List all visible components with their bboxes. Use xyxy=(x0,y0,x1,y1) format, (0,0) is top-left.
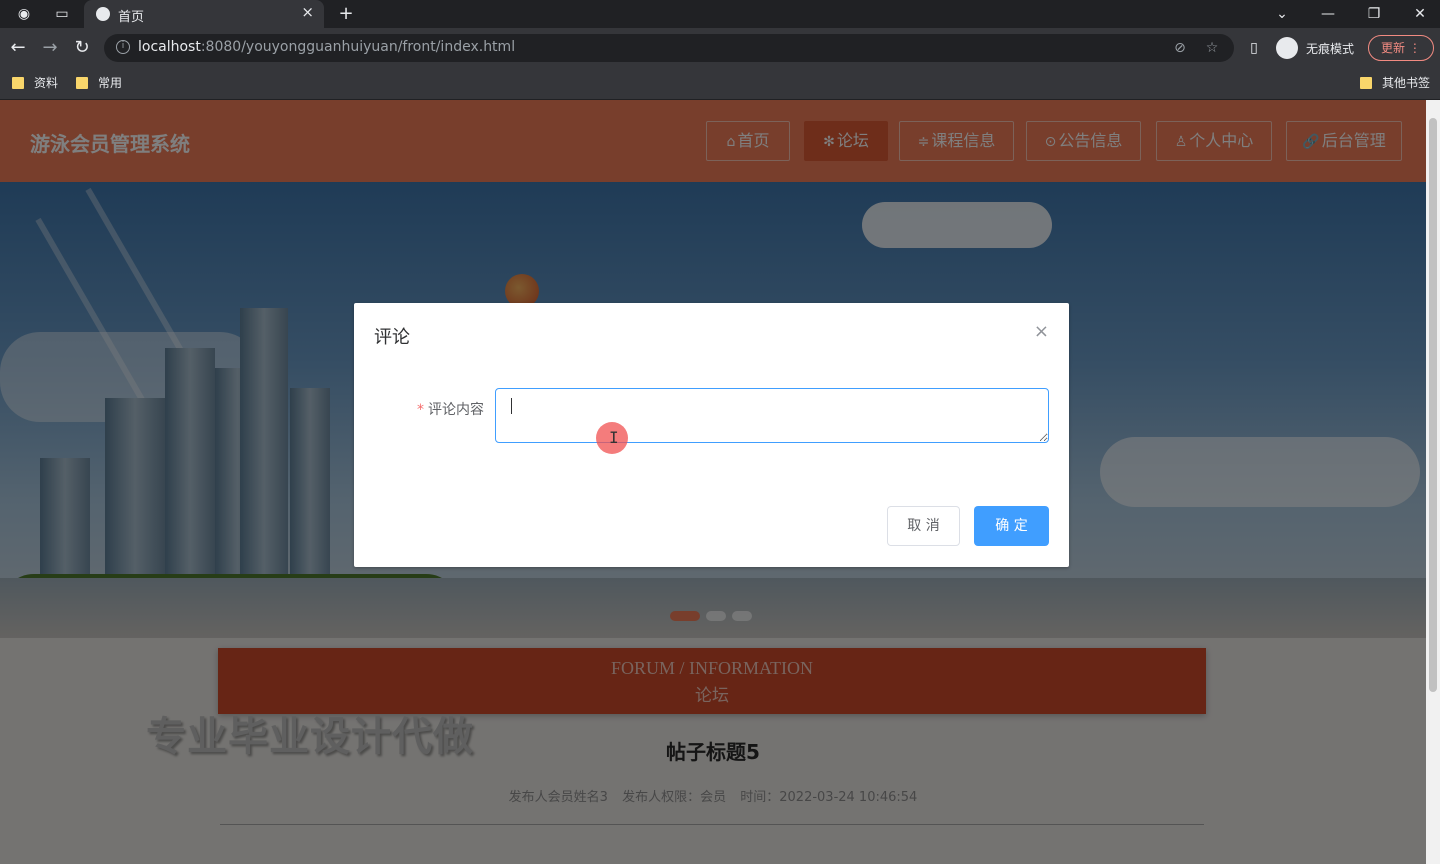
text-caret xyxy=(511,398,512,414)
tab-group-icon[interactable]: ▭ xyxy=(52,0,72,28)
comment-textarea[interactable] xyxy=(495,388,1049,443)
scroll-thumb[interactable] xyxy=(1429,118,1437,692)
new-tab-button[interactable]: + xyxy=(336,0,356,28)
address-bar[interactable]: i localhost:8080/youyongguanhuiyuan/fron… xyxy=(104,34,1234,62)
bookmark-label: 常用 xyxy=(98,76,123,90)
folder-icon xyxy=(12,77,24,89)
forward-button[interactable]: → xyxy=(38,34,62,62)
url-path: :8080/youyongguanhuiyuan/front/index.htm… xyxy=(200,39,516,55)
url-host: localhost xyxy=(138,39,201,55)
restore-button[interactable]: ❐ xyxy=(1364,0,1384,28)
incognito-label: 无痕模式 xyxy=(1306,42,1355,56)
bookmark-folder-ziliao[interactable]: 资料 xyxy=(12,75,58,91)
text-cursor-icon: I xyxy=(609,428,619,447)
browser-window: ◉ ▭ 首页 × + ⌄ — ❐ ✕ ← → ↻ i localhost:808… xyxy=(0,0,1440,864)
incognito-icon xyxy=(1276,37,1298,59)
update-button[interactable]: 更新 ⋮ xyxy=(1368,35,1434,61)
minimize-button[interactable]: — xyxy=(1318,0,1338,28)
eye-off-icon[interactable]: ⊘ xyxy=(1170,34,1190,62)
url-text: localhost:8080/youyongguanhuiyuan/front/… xyxy=(138,39,515,55)
bookmark-folder-changyong[interactable]: 常用 xyxy=(76,75,122,91)
page-scrollbar[interactable] xyxy=(1426,100,1440,864)
folder-icon xyxy=(76,77,88,89)
tab-search-icon[interactable]: ⌄ xyxy=(1272,0,1292,28)
comment-label-text: 评论内容 xyxy=(428,402,484,418)
comment-label: * 评论内容 xyxy=(374,399,484,419)
watermark-text: 专业毕业设计代做 xyxy=(146,714,474,760)
required-mark: * xyxy=(417,402,424,418)
side-panel-icon[interactable]: ▯ xyxy=(1244,34,1264,62)
back-button[interactable]: ← xyxy=(6,34,30,62)
folder-icon xyxy=(1360,77,1372,89)
browser-toolbar: ← → ↻ i localhost:8080/youyongguanhuiyua… xyxy=(0,28,1440,68)
other-bookmarks[interactable]: 其他书签 xyxy=(1360,75,1430,91)
star-icon[interactable]: ☆ xyxy=(1202,34,1222,62)
close-icon[interactable]: × xyxy=(1034,321,1049,342)
globe-icon xyxy=(96,7,110,21)
tab-strip: ◉ ▭ 首页 × + ⌄ — ❐ ✕ xyxy=(0,0,1440,28)
bookmark-label: 资料 xyxy=(34,76,59,90)
bookmarks-bar: 资料 常用 其他书签 xyxy=(0,68,1440,100)
tab-close-icon[interactable]: × xyxy=(301,3,314,21)
reload-button[interactable]: ↻ xyxy=(70,34,94,62)
active-tab[interactable]: 首页 × xyxy=(84,0,324,28)
close-window-button[interactable]: ✕ xyxy=(1410,0,1430,28)
dialog-title: 评论 xyxy=(374,327,410,348)
cancel-button[interactable]: 取 消 xyxy=(887,506,960,546)
comment-dialog: 评论 × * 评论内容 取 消 确 定 xyxy=(354,303,1069,567)
browser-menu-icon[interactable]: ◉ xyxy=(14,0,34,28)
update-label: 更新 xyxy=(1381,41,1406,55)
site-info-icon[interactable]: i xyxy=(116,40,130,54)
other-bookmarks-label: 其他书签 xyxy=(1382,76,1431,90)
confirm-button[interactable]: 确 定 xyxy=(974,506,1049,546)
tab-title: 首页 xyxy=(118,10,145,25)
